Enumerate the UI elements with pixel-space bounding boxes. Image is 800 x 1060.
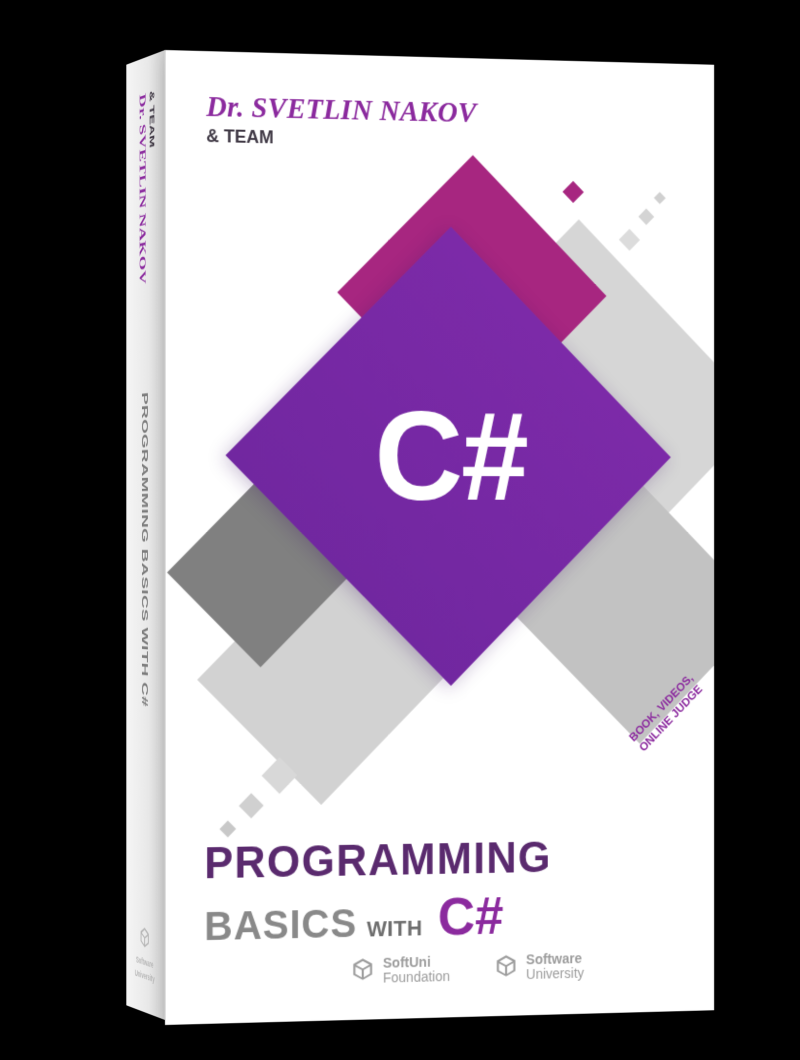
author-block: Dr. SVETLIN NAKOV & TEAM [206, 91, 476, 153]
spine-author: Dr. SVETLIN NAKOV [137, 92, 147, 285]
spine-team: & TEAM [148, 89, 156, 148]
title-basics: BASICS [204, 902, 357, 950]
decor-diamond [654, 192, 666, 204]
cube-icon [350, 956, 375, 986]
decor-diamond [220, 821, 237, 838]
spine-title: PROGRAMMING BASICS WITH C# [139, 392, 149, 708]
author-team: & TEAM [206, 126, 476, 153]
logo-software-university: Software University [494, 951, 584, 983]
logo-line2: University [526, 966, 584, 982]
main-title: PROGRAMMING BASICS WITH C# [204, 831, 691, 953]
title-language: C# [438, 885, 504, 947]
decor-diamond [638, 208, 654, 225]
decor-diamond [239, 793, 264, 818]
decor-diamond [619, 229, 640, 251]
decor-diamond-magenta [563, 181, 584, 203]
book-front-cover: Dr. SVETLIN NAKOV & TEAM C# BOOK, VIDEOS… [165, 50, 714, 1025]
title-with: WITH [367, 916, 423, 943]
cube-icon [494, 953, 519, 983]
title-row1: PROGRAMMING [204, 831, 691, 889]
logo-line2: Foundation [383, 969, 450, 985]
cube-icon [133, 922, 156, 957]
book-spine: Dr. SVETLIN NAKOV & TEAM PROGRAMMING BAS… [126, 50, 165, 1020]
author-name: Dr. SVETLIN NAKOV [206, 91, 476, 130]
publisher-logos: SoftUni Foundation Software University [350, 951, 584, 986]
spine-publisher-logo: Software University [133, 922, 156, 985]
logo-softuni-foundation: SoftUni Foundation [350, 954, 450, 986]
centerpiece-language: C# [292, 292, 607, 620]
